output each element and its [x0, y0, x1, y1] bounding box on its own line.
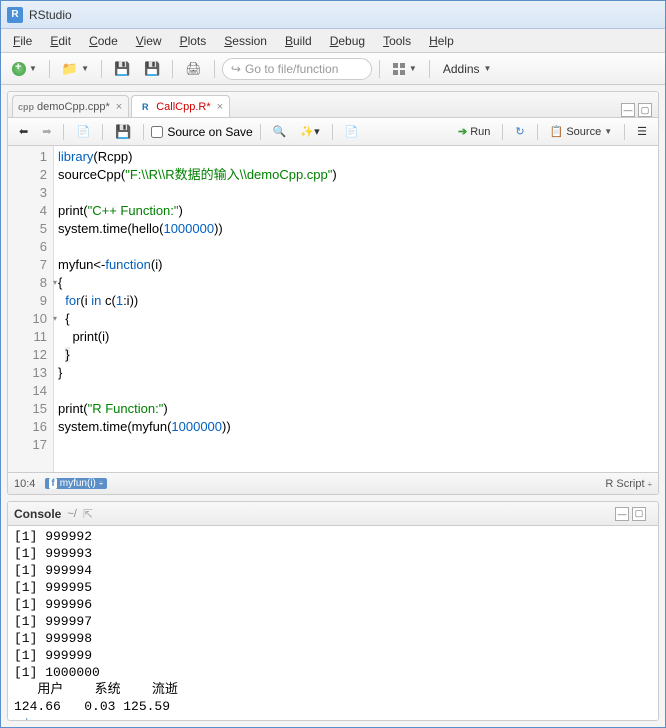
- wand-button[interactable]: ✨▾: [295, 122, 324, 142]
- grid-icon: [392, 62, 406, 76]
- run-icon: ➔: [458, 125, 467, 138]
- plus-icon: [12, 62, 26, 76]
- run-button[interactable]: ➔Run: [453, 122, 495, 142]
- menu-session[interactable]: Session: [216, 32, 275, 50]
- line-gutter: 1234567891011121314151617: [8, 146, 54, 472]
- new-file-button[interactable]: ▼: [7, 58, 42, 80]
- addins-label: Addins: [443, 62, 480, 76]
- console-output[interactable]: [1] 999992 [1] 999993 [1] 999994 [1] 999…: [8, 526, 658, 720]
- language-indicator[interactable]: R Script ÷: [605, 478, 652, 490]
- save-all-button[interactable]: 💾: [139, 58, 165, 80]
- close-tab-icon[interactable]: ×: [217, 101, 223, 113]
- show-document-button[interactable]: 📄: [71, 122, 95, 142]
- file-type-icon: cpp: [19, 100, 33, 114]
- console-popout-icon[interactable]: ⇱: [83, 507, 93, 521]
- console-pane: Console ~/ ⇱ — ▢ [1] 999992 [1] 999993 […: [7, 501, 659, 721]
- forward-button[interactable]: ➡: [37, 122, 56, 142]
- rerun-button[interactable]: ↻: [510, 122, 529, 142]
- print-icon: 🖨: [185, 61, 202, 77]
- titlebar: R RStudio: [1, 1, 665, 29]
- window-title: RStudio: [29, 8, 72, 22]
- goto-placeholder: Go to file/function: [245, 62, 338, 76]
- minimize-pane-icon[interactable]: —: [621, 103, 635, 117]
- addins-menu[interactable]: Addins ▼: [437, 62, 498, 76]
- app-icon: R: [7, 7, 23, 23]
- editor-toolbar: ⬅ ➡ 📄 💾 Source on Save 🔍 ✨▾ 📄 ➔Run ↻ 📋So…: [8, 118, 658, 146]
- source-on-save-label: Source on Save: [167, 125, 252, 139]
- source-on-save[interactable]: Source on Save: [151, 125, 252, 139]
- console-minimize-icon[interactable]: —: [615, 507, 629, 521]
- console-tabs: Console ~/ ⇱ — ▢: [8, 502, 658, 526]
- menu-file[interactable]: File: [5, 32, 40, 50]
- source-on-save-checkbox[interactable]: [151, 126, 163, 138]
- folder-icon: 📁: [62, 61, 78, 77]
- source-button[interactable]: 📋Source ▼: [545, 122, 617, 142]
- console-path: ~/: [67, 508, 76, 520]
- menu-build[interactable]: Build: [277, 32, 320, 50]
- menubar: FileEditCodeViewPlotsSessionBuildDebugTo…: [1, 29, 665, 53]
- goto-icon: ↪: [231, 62, 241, 76]
- code-editor[interactable]: 1234567891011121314151617 library(Rcpp)s…: [8, 146, 658, 472]
- menu-help[interactable]: Help: [421, 32, 462, 50]
- code-content[interactable]: library(Rcpp)sourceCpp("F:\\R\\R数据的输入\\d…: [54, 146, 658, 472]
- maximize-pane-icon[interactable]: ▢: [638, 103, 652, 117]
- function-indicator[interactable]: f myfun(i) ÷: [45, 478, 107, 489]
- print-button[interactable]: 🖨: [180, 58, 207, 80]
- save-icon: 💾: [114, 61, 130, 77]
- editor-tabs: cpp demoCpp.cpp* × R CallCpp.R* × — ▢: [8, 92, 658, 118]
- console-maximize-icon[interactable]: ▢: [632, 507, 646, 521]
- find-button[interactable]: 🔍: [268, 122, 292, 142]
- file-type-icon: R: [138, 100, 152, 114]
- tab-label: demoCpp.cpp*: [37, 101, 110, 113]
- editor-pane: cpp demoCpp.cpp* × R CallCpp.R* × — ▢ ⬅ ➡ 📄 💾…: [7, 91, 659, 495]
- menu-edit[interactable]: Edit: [42, 32, 79, 50]
- menu-plots[interactable]: Plots: [172, 32, 215, 50]
- open-project-button[interactable]: 📁▼: [57, 58, 94, 80]
- back-button[interactable]: ⬅: [14, 122, 33, 142]
- menu-code[interactable]: Code: [81, 32, 126, 50]
- menu-tools[interactable]: Tools: [375, 32, 419, 50]
- report-button[interactable]: 📄: [340, 122, 364, 142]
- editor-tab[interactable]: R CallCpp.R* ×: [131, 95, 230, 117]
- goto-file-function[interactable]: ↪ Go to file/function: [222, 58, 372, 80]
- rerun-icon: ↻: [515, 125, 524, 138]
- menu-debug[interactable]: Debug: [322, 32, 373, 50]
- editor-statusbar: 10:4 f myfun(i) ÷ R Script ÷: [8, 472, 658, 494]
- save-button[interactable]: 💾: [109, 58, 135, 80]
- cursor-position: 10:4: [14, 478, 35, 490]
- outline-button[interactable]: ☰: [632, 122, 652, 142]
- menu-view[interactable]: View: [128, 32, 170, 50]
- tab-label: CallCpp.R*: [156, 101, 210, 113]
- close-tab-icon[interactable]: ×: [116, 101, 122, 113]
- save-all-icon: 💾: [144, 61, 160, 77]
- main-toolbar: ▼ 📁▼ 💾 💾 🖨 ↪ Go to file/function ▼ Addin…: [1, 53, 665, 85]
- console-tab[interactable]: Console: [14, 507, 61, 521]
- save-doc-button[interactable]: 💾: [110, 122, 136, 142]
- editor-tab[interactable]: cpp demoCpp.cpp* ×: [12, 95, 129, 117]
- workspace-panes-button[interactable]: ▼: [387, 58, 422, 80]
